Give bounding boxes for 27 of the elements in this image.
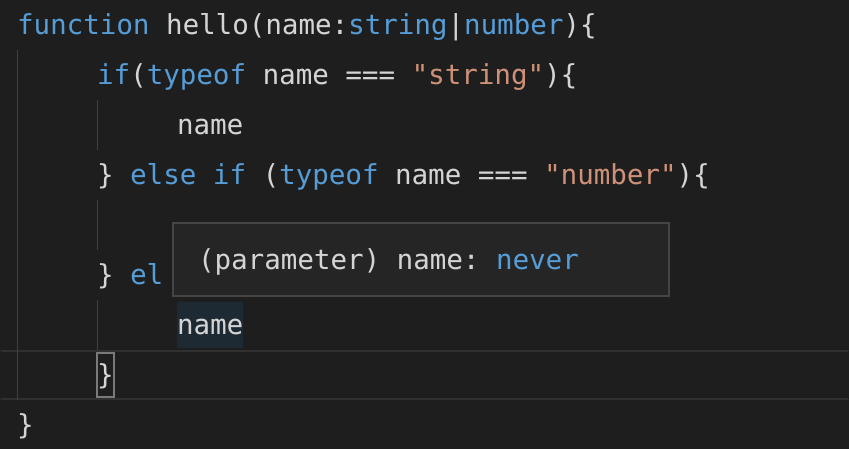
type-name: string — [348, 8, 448, 43]
code-text: name === — [394, 158, 529, 193]
tooltip-text: (parameter) name: — [198, 244, 480, 276]
matched-brace: } — [97, 353, 114, 397]
code-text: } — [97, 158, 115, 193]
string-literal: "number" — [544, 158, 677, 193]
code-text: ){ — [544, 58, 578, 93]
code-text: name === — [262, 58, 396, 93]
string-literal: "string" — [412, 58, 544, 93]
code-text: ){ — [676, 158, 710, 193]
code-text: hello(name: — [165, 8, 348, 43]
keyword: el — [130, 258, 164, 293]
keyword: typeof — [279, 158, 378, 193]
code-text: ){ — [563, 8, 597, 43]
type-name: never — [496, 244, 579, 276]
code-text: | — [447, 8, 464, 43]
keyword: else if — [130, 158, 246, 193]
code-text: ( — [130, 58, 147, 93]
code-text: } — [17, 408, 34, 443]
type-name: number — [464, 8, 564, 43]
code-text: } — [97, 258, 115, 293]
highlighted-word: name — [177, 302, 244, 348]
keyword: typeof — [146, 58, 246, 93]
code-text: name — [177, 108, 244, 143]
keyword: if — [97, 58, 130, 93]
keyword: function — [17, 8, 150, 43]
code-text: ( — [262, 158, 280, 193]
